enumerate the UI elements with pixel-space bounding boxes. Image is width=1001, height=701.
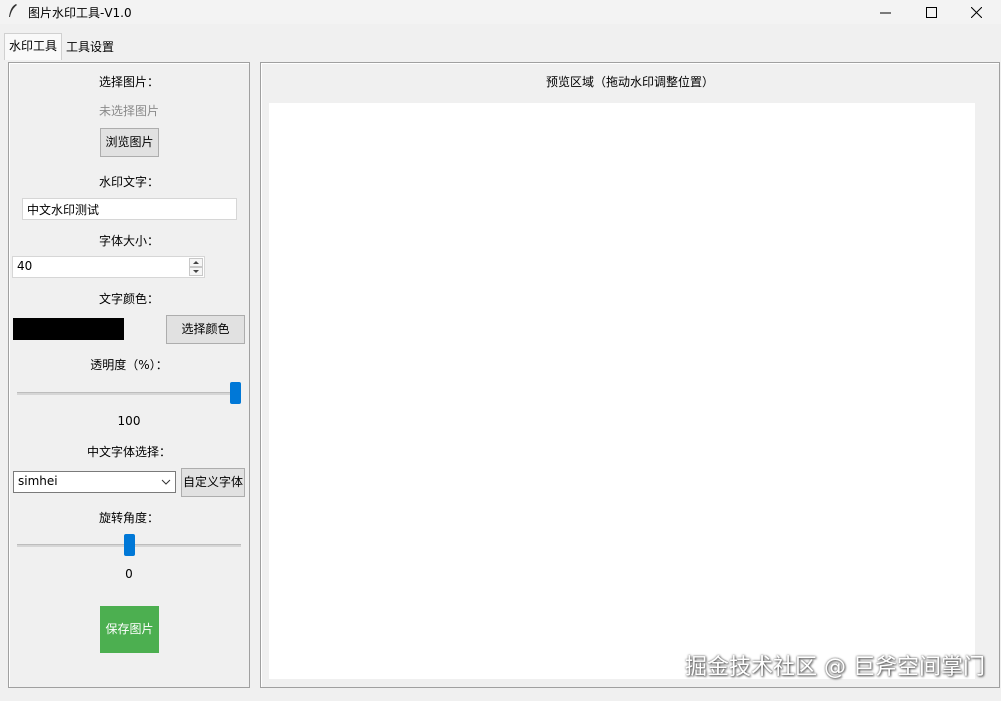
choose-color-button[interactable]: 选择颜色 (166, 315, 245, 344)
opacity-slider-track (17, 392, 241, 395)
preview-canvas[interactable] (269, 103, 975, 679)
font-select-dropdown[interactable]: simhei (13, 471, 176, 493)
chevron-down-icon (161, 479, 171, 485)
font-size-label: 字体大小： (98, 234, 159, 248)
text-color-label: 文字颜色： (98, 292, 159, 306)
custom-font-button[interactable]: 自定义字体 (181, 468, 245, 497)
opacity-value: 100 (117, 414, 141, 428)
rotation-slider-thumb[interactable] (123, 534, 135, 556)
select-image-label: 选择图片： (98, 75, 159, 89)
spin-up-button[interactable] (189, 258, 203, 267)
triangle-up-icon (193, 261, 199, 264)
font-size-value: 40 (17, 259, 33, 273)
save-image-button[interactable]: 保存图片 (100, 606, 159, 653)
tab-bar: 水印工具 工具设置 (0, 33, 1001, 60)
maximize-button[interactable] (908, 0, 954, 24)
close-button[interactable] (953, 0, 999, 24)
opacity-label: 透明度（%）： (90, 358, 168, 372)
minimize-button[interactable] (862, 0, 908, 24)
title-bar: 图片水印工具-V1.0 (0, 0, 1001, 24)
opacity-slider[interactable] (17, 381, 241, 407)
watermark-text-input[interactable]: 中文水印测试 (22, 198, 237, 220)
color-swatch (13, 318, 124, 340)
rotation-slider[interactable] (17, 533, 241, 559)
feather-icon (9, 4, 17, 17)
rotation-label: 旋转角度： (98, 511, 159, 525)
maximize-icon (925, 6, 937, 18)
tab-tool-settings[interactable]: 工具设置 (62, 36, 118, 58)
rotation-value: 0 (125, 567, 133, 581)
preview-title: 预览区域（拖动水印调整位置） (545, 75, 714, 89)
no-image-text: 未选择图片 (98, 104, 159, 118)
opacity-slider-thumb[interactable] (230, 382, 241, 404)
watermark-text-label: 水印文字： (98, 175, 159, 189)
close-icon (970, 6, 982, 18)
font-size-spinbox[interactable]: 40 (12, 256, 205, 278)
triangle-down-icon (193, 270, 199, 273)
site-watermark: 掘金技术社区 @ 巨斧空间掌门 (685, 655, 985, 680)
preview-panel: 预览区域（拖动水印调整位置） (260, 62, 1000, 688)
window-title: 图片水印工具-V1.0 (28, 6, 132, 20)
control-panel: 选择图片： 未选择图片 浏览图片 水印文字： 中文水印测试 字体大小： 40 文… (8, 62, 250, 688)
tab-watermark-tool[interactable]: 水印工具 (4, 33, 63, 60)
spin-down-button[interactable] (189, 267, 203, 276)
browse-image-button[interactable]: 浏览图片 (100, 128, 159, 157)
minimize-icon (879, 12, 891, 13)
font-select-label: 中文字体选择： (86, 445, 171, 459)
font-select-value: simhei (18, 474, 58, 488)
